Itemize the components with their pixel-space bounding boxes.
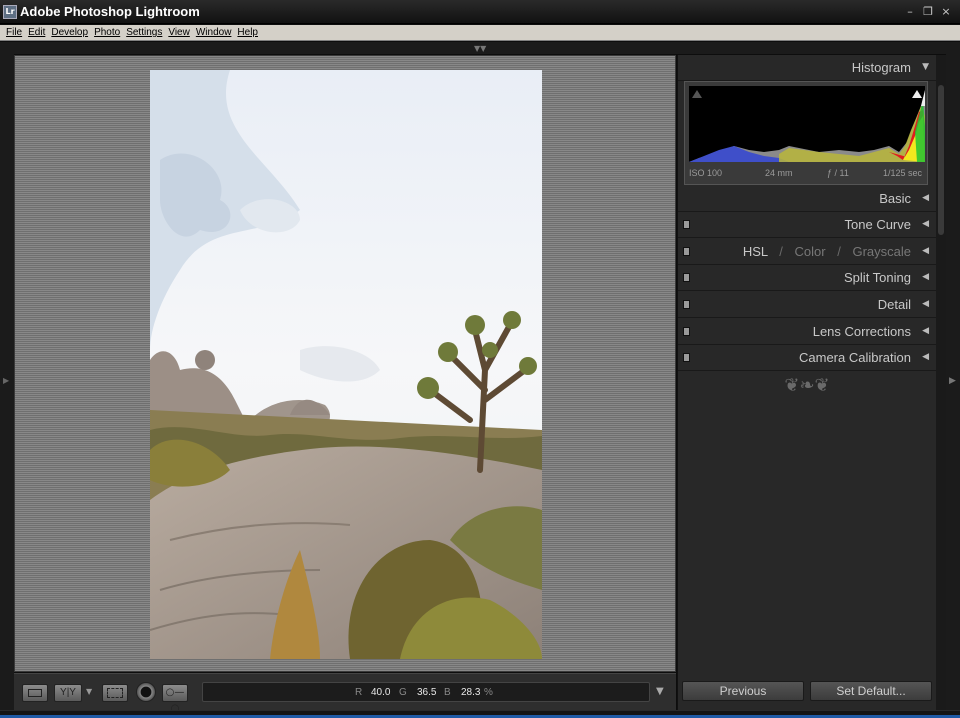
tab-separator: /: [837, 244, 841, 259]
menu-file[interactable]: File: [4, 25, 26, 40]
split-toning-panel-header[interactable]: Split Toning ◀: [678, 265, 937, 291]
collapse-right-panel-icon[interactable]: ▶: [949, 376, 956, 386]
r-label: R: [355, 687, 363, 698]
collapse-triangle-icon[interactable]: ▼: [922, 62, 929, 72]
menu-photo[interactable]: Photo: [92, 25, 124, 40]
bottom-toolbar: Y|Y ▼ ○—○ R 40.0 G 36.5 B 28.3 % ▼: [14, 673, 676, 714]
close-icon[interactable]: ×: [940, 6, 952, 18]
title-bar: Lr Adobe Photoshop Lightroom – ❐ ×: [0, 0, 960, 24]
lens-corrections-panel-header[interactable]: Lens Corrections ◀: [678, 319, 937, 345]
focal-length-value: 24 mm: [765, 168, 793, 178]
percent-unit: %: [484, 687, 493, 698]
menu-window[interactable]: Window: [194, 25, 236, 40]
set-default-button[interactable]: Set Default...: [810, 681, 932, 701]
right-panel-toggle-strip[interactable]: ▶: [946, 54, 960, 710]
desert-landscape-photo: [150, 70, 542, 659]
left-panel-toggle-strip[interactable]: ▶: [0, 54, 14, 710]
color-tab[interactable]: Color: [795, 244, 826, 259]
image-workspace[interactable]: [14, 55, 676, 672]
tone-curve-panel-title: Tone Curve: [844, 217, 911, 232]
lens-corrections-toggle[interactable]: [683, 327, 690, 336]
histogram-header[interactable]: Histogram ▼: [678, 55, 937, 81]
red-eye-tool-icon[interactable]: [136, 682, 156, 702]
shadow-clipping-icon[interactable]: [692, 90, 702, 98]
iso-value: ISO 100: [689, 168, 723, 178]
minimize-icon[interactable]: –: [904, 6, 916, 18]
menu-edit[interactable]: Edit: [26, 25, 49, 40]
r-value: 40.0: [371, 687, 391, 698]
g-value: 36.5: [417, 687, 437, 698]
right-panel-scrollbar[interactable]: [936, 55, 946, 710]
lightroom-logo-icon: Lr: [3, 5, 17, 19]
before-after-dropdown-icon[interactable]: ▼: [86, 687, 92, 696]
scrollbar-thumb[interactable]: [938, 85, 944, 235]
top-panel-toggle-strip[interactable]: ▼▼: [0, 42, 960, 54]
crop-icon: [107, 688, 123, 698]
highlight-clipping-icon[interactable]: [912, 90, 922, 98]
rgb-readout: R 40.0 G 36.5 B 28.3 %: [202, 682, 650, 702]
aperture-value: ƒ / 11: [827, 168, 849, 178]
camera-calibration-toggle[interactable]: [683, 353, 690, 362]
window-title: Adobe Photoshop Lightroom: [20, 4, 200, 19]
histogram-title: Histogram: [851, 60, 911, 75]
expand-triangle-icon[interactable]: ◀: [922, 272, 929, 282]
expand-left-panel-icon[interactable]: ▶: [3, 376, 9, 385]
histogram-plot: [689, 86, 925, 162]
tone-curve-panel-header[interactable]: Tone Curve ◀: [678, 212, 937, 238]
detail-toggle[interactable]: [683, 300, 690, 309]
restore-icon[interactable]: ❐: [922, 6, 934, 18]
hsl-panel-header[interactable]: HSL / Color / Grayscale ◀: [678, 239, 937, 265]
expand-triangle-icon[interactable]: ◀: [922, 299, 929, 309]
before-after-button[interactable]: Y|Y: [54, 684, 82, 702]
menu-develop[interactable]: Develop: [49, 25, 92, 40]
split-toning-toggle[interactable]: [683, 273, 690, 282]
expand-triangle-icon[interactable]: ◀: [922, 352, 929, 362]
menu-view[interactable]: View: [166, 25, 194, 40]
expand-top-panel-icon[interactable]: ▼▼: [474, 44, 486, 53]
tab-separator: /: [779, 244, 783, 259]
camera-calibration-panel-title: Camera Calibration: [799, 350, 911, 365]
loupe-view-button[interactable]: [22, 684, 48, 702]
g-label: G: [399, 687, 407, 698]
right-panel: Histogram ▼ ISO 100 24 mm ƒ / 11 1/125 s…: [677, 55, 937, 710]
expand-triangle-icon[interactable]: ◀: [922, 246, 929, 256]
hsl-toggle[interactable]: [683, 247, 690, 256]
hsl-tabs: HSL / Color / Grayscale: [743, 244, 911, 259]
menu-bar: File Edit Develop Photo Settings View Wi…: [0, 25, 960, 41]
camera-calibration-panel-header[interactable]: Camera Calibration ◀: [678, 345, 937, 371]
hsl-tab[interactable]: HSL: [743, 244, 768, 259]
loupe-view-icon: [28, 689, 42, 697]
expand-triangle-icon[interactable]: ◀: [922, 219, 929, 229]
histogram-box: ISO 100 24 mm ƒ / 11 1/125 sec: [684, 81, 928, 185]
tone-curve-toggle[interactable]: [683, 220, 690, 229]
detail-panel-title: Detail: [877, 297, 911, 312]
expand-triangle-icon[interactable]: ◀: [922, 193, 929, 203]
lens-corrections-panel-title: Lens Corrections: [812, 324, 911, 339]
detail-panel-header[interactable]: Detail ◀: [678, 292, 937, 318]
crop-tool-button[interactable]: [102, 684, 128, 702]
shutter-speed-value: 1/125 sec: [883, 168, 923, 178]
panel-end-ornament-icon: ❦❧❦: [784, 375, 830, 396]
toolbar-options-dropdown-icon[interactable]: ▼: [656, 686, 664, 697]
basic-panel-header[interactable]: Basic ◀: [678, 186, 937, 212]
histogram-graph: [689, 90, 925, 162]
expand-triangle-icon[interactable]: ◀: [922, 326, 929, 336]
spot-removal-button[interactable]: ○—○: [162, 684, 188, 714]
photo-preview[interactable]: [150, 70, 542, 659]
b-label: B: [444, 687, 451, 698]
previous-button[interactable]: Previous: [682, 681, 804, 701]
menu-settings[interactable]: Settings: [124, 25, 166, 40]
b-value: 28.3: [461, 687, 481, 698]
split-toning-panel-title: Split Toning: [844, 270, 911, 285]
basic-panel-title: Basic: [879, 191, 911, 206]
grayscale-tab[interactable]: Grayscale: [852, 244, 911, 259]
menu-help[interactable]: Help: [235, 25, 262, 40]
